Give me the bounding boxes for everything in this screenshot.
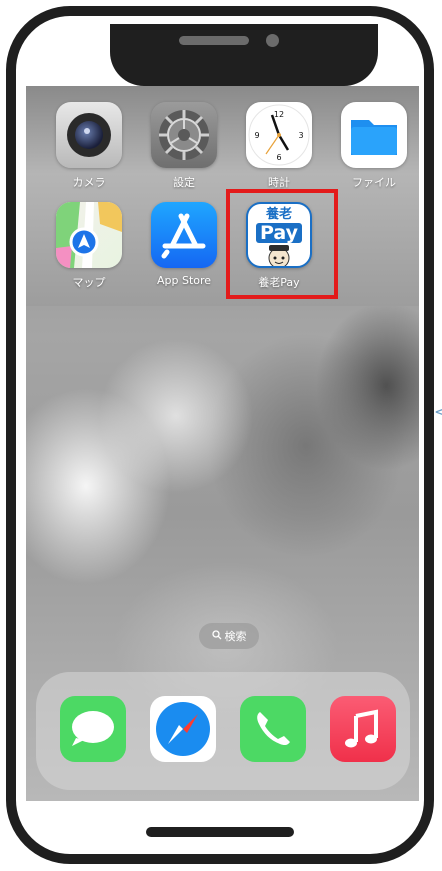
files-icon: [341, 102, 407, 168]
safari-icon[interactable]: [150, 696, 216, 762]
app-settings[interactable]: 設定: [139, 102, 229, 190]
app-label-files: ファイル: [352, 176, 396, 189]
search-label: 検索: [224, 630, 247, 643]
camera-icon: [56, 102, 122, 168]
side-arrow-icon: <: [434, 402, 442, 421]
app-clock[interactable]: 12 3 6 9 時計: [234, 102, 324, 190]
app-app-store[interactable]: App Store: [139, 202, 229, 287]
app-label-settings: 設定: [173, 176, 195, 189]
front-camera: [266, 34, 279, 47]
home-indicator[interactable]: [146, 827, 294, 837]
phone-icon[interactable]: [240, 696, 306, 762]
speaker-grill: [179, 36, 249, 45]
app-label-clock: 時計: [268, 176, 290, 189]
svg-text:9: 9: [254, 131, 259, 140]
search-icon: [211, 629, 222, 643]
messages-icon[interactable]: [60, 696, 126, 762]
svg-text:3: 3: [298, 131, 303, 140]
dock: [36, 672, 410, 790]
app-maps[interactable]: マップ: [44, 202, 134, 290]
svg-text:12: 12: [274, 110, 284, 119]
clock-icon: 12 3 6 9: [246, 102, 312, 168]
app-files[interactable]: ファイル: [329, 102, 419, 190]
svg-text:6: 6: [276, 153, 281, 162]
maps-icon: [56, 202, 122, 268]
app-label-app-store: App Store: [156, 274, 212, 287]
app-store-icon: [151, 202, 217, 268]
music-icon[interactable]: [330, 696, 396, 762]
app-label-maps: マップ: [72, 276, 106, 289]
notch: [110, 24, 378, 86]
search-button[interactable]: 検索: [199, 623, 259, 649]
home-screen: カメラ 設定 12 3 6 9 時計 ファイル マップ App Store 養老…: [26, 86, 419, 801]
highlight-box: [226, 189, 338, 299]
app-camera[interactable]: カメラ: [44, 102, 134, 190]
settings-icon: [151, 102, 217, 168]
app-label-camera: カメラ: [72, 176, 106, 189]
